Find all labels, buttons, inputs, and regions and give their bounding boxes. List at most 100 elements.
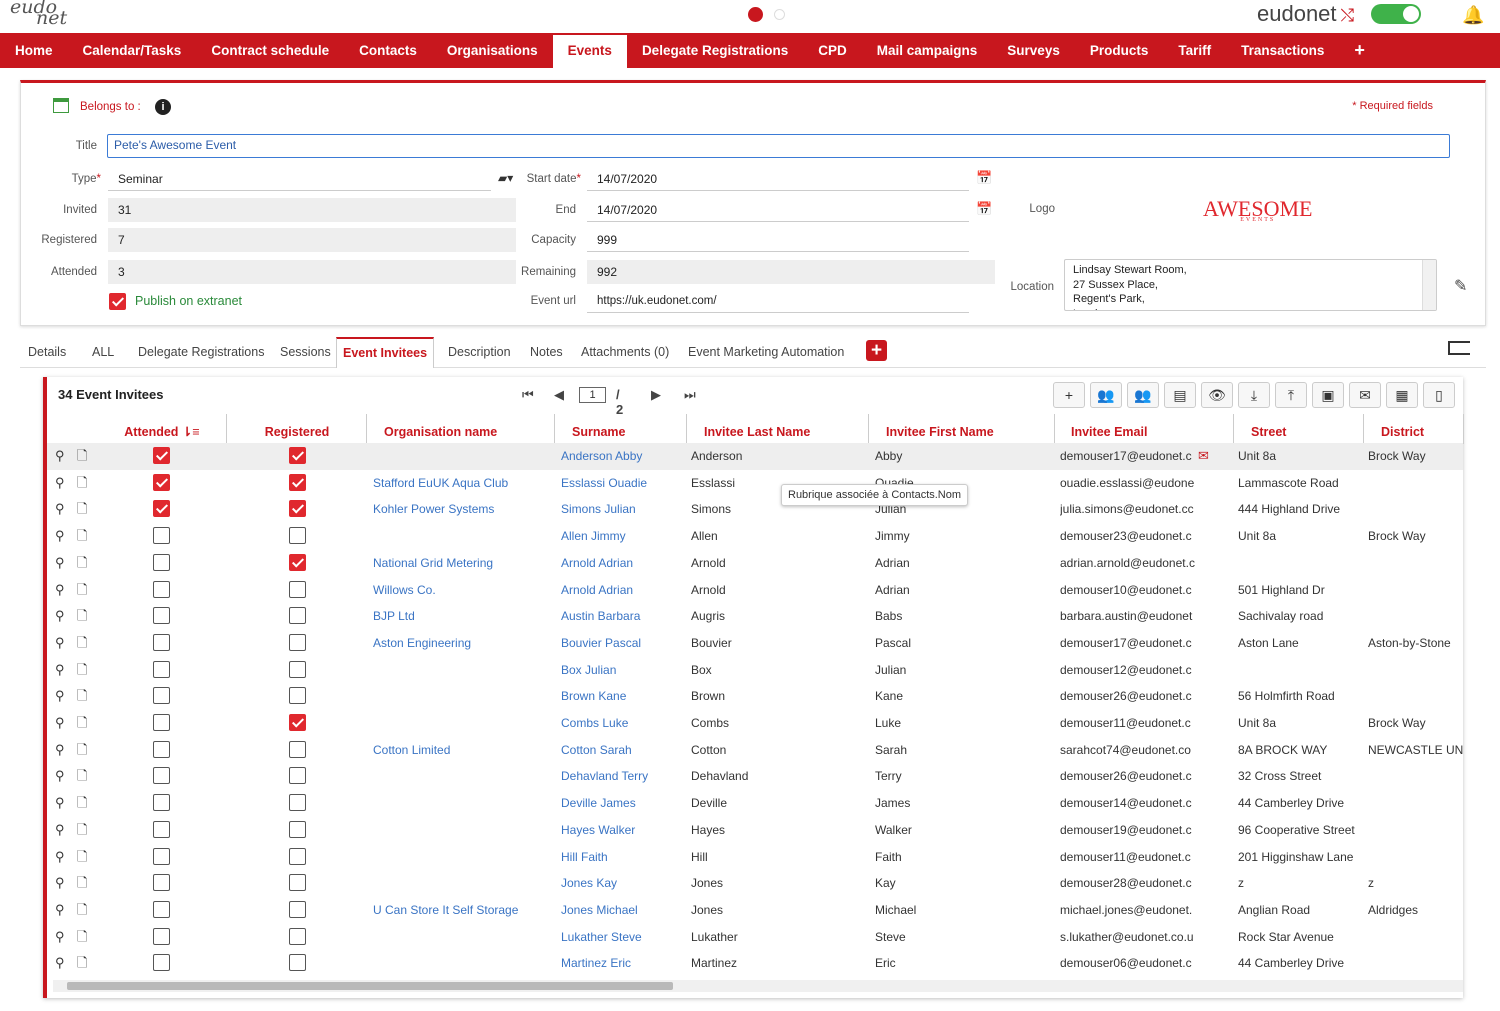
attended-check[interactable] bbox=[153, 954, 170, 972]
column-header-attended[interactable]: Attended ⇂≡ bbox=[97, 414, 227, 444]
tab-notes[interactable]: Notes bbox=[530, 337, 563, 368]
attended-checkbox[interactable] bbox=[153, 687, 170, 705]
record-indicator[interactable] bbox=[748, 7, 763, 22]
link-icon[interactable]: ⚲ bbox=[55, 924, 65, 951]
column-header-invitee-email[interactable]: Invitee Email bbox=[1055, 414, 1234, 444]
table-row[interactable]: ⚲ 🗋 Anderson Abby Anderson Abby demouser17@eu… bbox=[47, 443, 1463, 470]
registered-check[interactable] bbox=[289, 473, 306, 491]
file-icon[interactable]: 🗋 bbox=[77, 550, 87, 577]
attended-checkbox[interactable] bbox=[153, 767, 170, 785]
registered-checkbox[interactable] bbox=[289, 954, 306, 972]
attended-checkbox[interactable] bbox=[153, 740, 170, 759]
surname-link[interactable]: Jones Kay bbox=[561, 870, 681, 897]
file-icon[interactable]: 🗋 bbox=[77, 844, 87, 871]
file-icon[interactable]: 🗋 bbox=[77, 924, 87, 951]
file-icon[interactable]: 🗋 bbox=[77, 523, 87, 550]
link-icon[interactable]: ⚲ bbox=[55, 683, 65, 710]
surname-link[interactable]: Brown Kane bbox=[561, 683, 681, 710]
link-icon[interactable]: ⚲ bbox=[55, 897, 65, 924]
nav-item-home[interactable]: Home bbox=[0, 33, 68, 68]
location-scrollbar[interactable] bbox=[1422, 260, 1436, 310]
file-icon[interactable]: 🗋 bbox=[77, 817, 87, 844]
link-icon[interactable]: ⚲ bbox=[55, 710, 65, 737]
attended-checkbox[interactable] bbox=[153, 527, 170, 545]
link-icon[interactable]: ⚲ bbox=[55, 817, 65, 844]
organisation-link[interactable]: Kohler Power Systems bbox=[373, 496, 553, 523]
registered-check[interactable] bbox=[289, 553, 306, 571]
registered-check[interactable] bbox=[289, 687, 306, 705]
link-icon[interactable]: ⚲ bbox=[55, 630, 65, 657]
start-date-field[interactable]: 14/07/2020 bbox=[587, 167, 969, 191]
nav-item-contacts[interactable]: Contacts bbox=[344, 33, 432, 68]
registered-check[interactable] bbox=[289, 714, 306, 731]
registered-check[interactable] bbox=[289, 954, 306, 972]
link-icon[interactable]: ⚲ bbox=[55, 657, 65, 684]
surname-link[interactable]: Lukather Steve bbox=[561, 924, 681, 951]
link-icon[interactable]: ⚲ bbox=[55, 737, 65, 764]
attended-check[interactable] bbox=[153, 820, 170, 838]
column-header-registered[interactable]: Registered bbox=[227, 414, 367, 444]
registered-checkbox[interactable] bbox=[289, 580, 306, 599]
surname-link[interactable]: Dehavland Terry bbox=[561, 763, 681, 790]
event-url-field[interactable]: https://uk.eudonet.com/ bbox=[587, 289, 969, 313]
download-icon[interactable]: ⤓ bbox=[1238, 382, 1270, 408]
surname-link[interactable]: Combs Luke bbox=[561, 710, 681, 737]
tab-event-marketing-automation[interactable]: Event Marketing Automation bbox=[688, 337, 844, 368]
file-icon[interactable]: 🗋 bbox=[77, 683, 87, 710]
file-icon[interactable]: 🗋 bbox=[77, 577, 87, 604]
link-icon[interactable]: ⚲ bbox=[55, 550, 65, 577]
document-icon[interactable]: ▯ bbox=[1423, 382, 1455, 408]
surname-link[interactable]: Anderson Abby bbox=[561, 443, 681, 470]
surname-link[interactable]: Austin Barbara bbox=[561, 603, 681, 630]
registered-checkbox[interactable] bbox=[289, 473, 306, 492]
link-icon[interactable]: ⚲ bbox=[55, 763, 65, 790]
title-input[interactable]: Pete's Awesome Event bbox=[107, 134, 1450, 158]
registered-check[interactable] bbox=[289, 740, 306, 758]
column-header-street[interactable]: Street bbox=[1234, 414, 1364, 444]
table-row[interactable]: ⚲ 🗋 Stafford EuUK Aqua Club Esslassi Ouadie… bbox=[47, 470, 1463, 497]
registered-checkbox[interactable] bbox=[289, 847, 306, 866]
report-icon[interactable]: ▤ bbox=[1164, 382, 1196, 408]
table-row[interactable]: ⚲ 🗋 BJP Ltd Austin Barbara Augris Babs barbara… bbox=[47, 603, 1463, 630]
registered-check[interactable] bbox=[289, 527, 306, 545]
surname-link[interactable]: Allen Jimmy bbox=[561, 523, 681, 550]
attended-checkbox[interactable] bbox=[153, 447, 170, 465]
add-contact-icon[interactable]: 👥 bbox=[1090, 382, 1122, 408]
attended-check[interactable] bbox=[153, 473, 170, 491]
table-row[interactable]: ⚲ 🗋 Box Julian Box Julian demouser12@eudonet.… bbox=[47, 657, 1463, 684]
app-logo[interactable]: eudo net bbox=[10, 0, 67, 28]
tab-delegate-registrations[interactable]: Delegate Registrations bbox=[138, 337, 264, 368]
registered-checkbox[interactable] bbox=[289, 500, 306, 518]
registered-checkbox[interactable] bbox=[289, 687, 306, 705]
end-date-field[interactable]: 14/07/2020 bbox=[587, 198, 969, 222]
file-icon[interactable]: 🗋 bbox=[77, 763, 87, 790]
attended-checkbox[interactable] bbox=[153, 660, 170, 679]
organisation-link[interactable]: Cotton Limited bbox=[373, 737, 553, 764]
column-header-surname[interactable]: Surname bbox=[555, 414, 687, 444]
add-tab-button[interactable]: + bbox=[866, 340, 887, 361]
attended-check[interactable] bbox=[153, 660, 170, 678]
table-row[interactable]: ⚲ 🗋 Aston Engineering Bouvier Pascal Bouvier… bbox=[47, 630, 1463, 657]
tab-attachments-0-[interactable]: Attachments (0) bbox=[581, 337, 669, 368]
file-icon[interactable]: 🗋 bbox=[77, 870, 87, 897]
registered-check[interactable] bbox=[289, 900, 306, 918]
nav-item-tariff[interactable]: Tariff bbox=[1163, 33, 1226, 68]
nav-item-products[interactable]: Products bbox=[1075, 33, 1164, 68]
link-icon[interactable]: ⚲ bbox=[55, 950, 65, 977]
table-row[interactable]: ⚲ 🗋 Willows Co. Arnold Adrian Arnold Adrian de… bbox=[47, 577, 1463, 604]
surname-link[interactable]: Hayes Walker bbox=[561, 817, 681, 844]
attended-check[interactable] bbox=[153, 607, 170, 625]
nav-item-events[interactable]: Events bbox=[552, 33, 627, 68]
organisation-link[interactable]: U Can Store It Self Storage bbox=[373, 897, 553, 924]
nav-item-transactions[interactable]: Transactions bbox=[1226, 33, 1339, 68]
registered-check[interactable] bbox=[289, 580, 306, 598]
registered-check[interactable] bbox=[289, 633, 306, 651]
capacity-field[interactable]: 999 bbox=[587, 228, 969, 252]
first-page-icon[interactable]: ⏮ bbox=[522, 387, 534, 403]
table-row[interactable]: ⚲ 🗋 U Can Store It Self Storage Jones Micha… bbox=[47, 897, 1463, 924]
table-row[interactable]: ⚲ 🗋 Martinez Eric Martinez Eric demouser06@eu… bbox=[47, 950, 1463, 977]
table-row[interactable]: ⚲ 🗋 Hayes Walker Hayes Walker demouser19@eudo… bbox=[47, 817, 1463, 844]
add-icon[interactable]: + bbox=[1053, 382, 1085, 408]
table-row[interactable]: ⚲ 🗋 Cotton Limited Cotton Sarah Cotton Sarah s… bbox=[47, 737, 1463, 764]
table-row[interactable]: ⚲ 🗋 Lukather Steve Lukather Steve s.lukather@… bbox=[47, 924, 1463, 951]
